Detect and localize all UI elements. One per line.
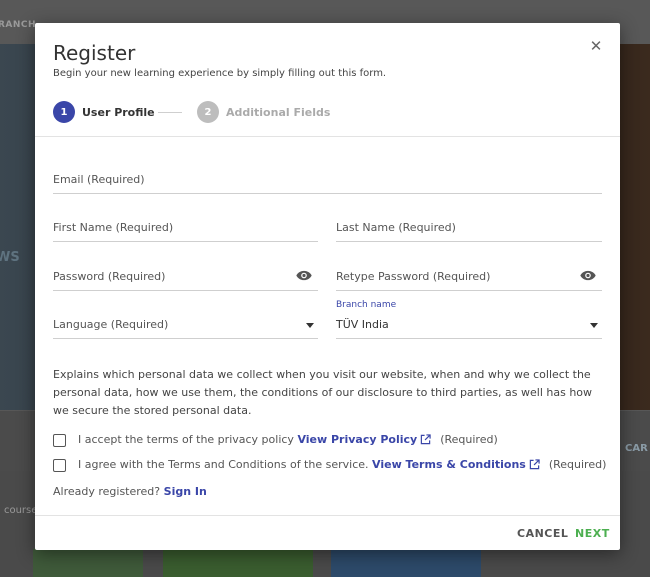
external-link-icon[interactable]: [420, 434, 431, 445]
email-field[interactable]: Email (Required): [53, 167, 602, 194]
terms-consent: I agree with the Terms and Conditions of…: [78, 458, 606, 471]
background-hero-text: WS: [0, 250, 20, 265]
required-suffix: (Required): [548, 458, 607, 471]
retype-password-placeholder: Retype Password (Required): [336, 270, 491, 283]
dialog-subtitle: Begin your new learning experience by si…: [53, 68, 387, 79]
step-number: 1: [53, 101, 75, 123]
language-select[interactable]: Language (Required): [53, 312, 318, 339]
first-name-placeholder: First Name (Required): [53, 221, 174, 234]
step-user-profile[interactable]: 1 User Profile: [53, 101, 155, 123]
background-header-label: RANCH: [0, 20, 37, 30]
retype-password-field[interactable]: Retype Password (Required): [336, 264, 602, 291]
consent-text: I agree with the Terms and Conditions of…: [78, 458, 369, 471]
view-privacy-policy-link[interactable]: View Privacy Policy: [297, 433, 417, 446]
dialog-title: Register: [53, 41, 136, 65]
step-additional-fields[interactable]: 2 Additional Fields: [197, 101, 330, 123]
eye-icon[interactable]: [296, 270, 312, 281]
chevron-down-icon: [306, 323, 314, 328]
branch-select[interactable]: TÜV India: [336, 312, 602, 339]
last-name-field[interactable]: Last Name (Required): [336, 215, 602, 242]
step-number: 2: [197, 101, 219, 123]
branch-value: TÜV India: [336, 318, 389, 331]
password-placeholder: Password (Required): [53, 270, 166, 283]
consent-text: I accept the terms of the privacy policy: [78, 433, 294, 446]
background-courses-label: l course: [0, 505, 38, 516]
step-label: Additional Fields: [226, 105, 331, 119]
eye-icon[interactable]: [580, 270, 596, 281]
password-field[interactable]: Password (Required): [53, 264, 318, 291]
background-course-card: [33, 548, 143, 577]
next-button[interactable]: NEXT: [575, 527, 610, 540]
privacy-policy-checkbox[interactable]: [53, 434, 66, 447]
header-divider: [35, 136, 620, 137]
background-tab-label: CAR: [625, 443, 648, 454]
language-placeholder: Language (Required): [53, 318, 169, 331]
chevron-down-icon: [590, 323, 598, 328]
email-placeholder: Email (Required): [53, 173, 145, 186]
background-course-card: [163, 548, 313, 577]
already-registered: Already registered? Sign In: [53, 485, 207, 498]
register-dialog: Register Begin your new learning experie…: [35, 23, 620, 550]
background-course-card: [331, 548, 481, 577]
sign-in-link[interactable]: Sign In: [164, 485, 207, 498]
required-suffix: (Required): [440, 433, 498, 446]
last-name-placeholder: Last Name (Required): [336, 221, 456, 234]
first-name-field[interactable]: First Name (Required): [53, 215, 318, 242]
cancel-button[interactable]: CANCEL: [517, 527, 568, 540]
step-label: User Profile: [82, 105, 155, 119]
terms-checkbox[interactable]: [53, 459, 66, 472]
view-terms-link[interactable]: View Terms & Conditions: [372, 458, 526, 471]
privacy-policy-consent: I accept the terms of the privacy policy…: [78, 433, 498, 446]
close-icon[interactable]: ✕: [588, 38, 604, 54]
privacy-explanation: Explains which personal data we collect …: [53, 368, 593, 417]
signin-prompt: Already registered?: [53, 485, 161, 498]
step-connector: [158, 112, 182, 113]
branch-label: Branch name: [336, 300, 397, 310]
dialog-actions: CANCEL NEXT: [35, 515, 620, 550]
external-link-icon[interactable]: [529, 459, 540, 470]
